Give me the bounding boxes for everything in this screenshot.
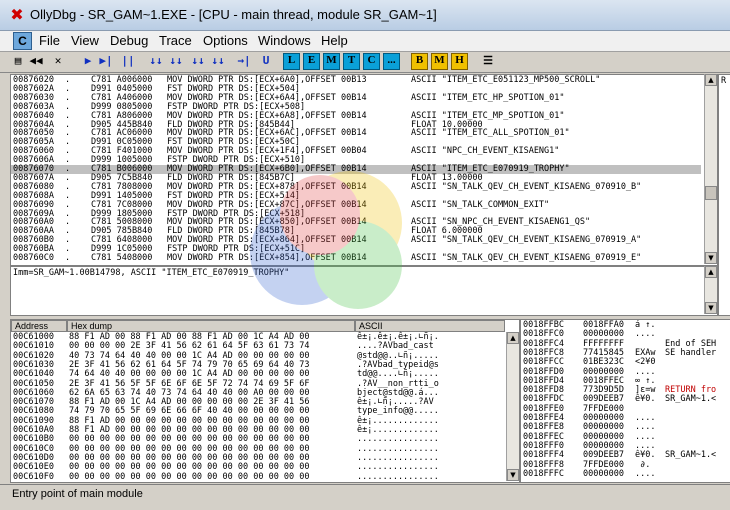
stack-value: 00000000 [583,468,624,479]
registers-header: R [721,76,727,86]
menu-debug[interactable]: Debug [110,33,148,48]
info-scrollbar[interactable]: ▲ ▼ [704,266,717,314]
scroll-up-arrow-icon[interactable]: ▲ [705,74,717,86]
disasm-row[interactable]: 008760C0. C781 5408000 MOV DWORD PTR DS:[E… [11,254,701,263]
menu-help[interactable]: Help [321,33,348,48]
status-bar: Entry point of main module [0,484,730,503]
disasm-comment: ASCII "ITEM_ETC_HP_SPOTION_01" [411,92,565,103]
ollydbg-bug-icon: ✖ [10,5,24,24]
disasm-comment: ASCII "SN_TALK_QEV_CH_EVENT_KISAENG_0709… [411,253,642,263]
step-into-icon[interactable]: ↓↓ [148,53,164,69]
disasm-comment: ASCII "SN_TALK_QEV_CH_EVENT_KISAENG_0709… [411,181,642,192]
modules-window-button[interactable]: E [303,53,320,70]
toolbar: ▤ ◀◀ ✕ ▶ ▶| || ↓↓ ↓↓ ↓↓ ↓↓ →| U L E M T … [0,52,730,73]
scroll-down-arrow-icon[interactable]: ▼ [705,252,717,264]
disasm-comment: ASCII "ITEM_ETC_E051123_MP500_SCROLL" [411,75,601,85]
handles-button[interactable]: H [451,53,468,70]
dump-scroll-down-icon[interactable]: ▼ [507,469,519,481]
dump-scroll-up-icon[interactable]: ▲ [507,332,519,344]
menu-trace[interactable]: Trace [159,33,192,48]
trace-over-icon[interactable]: ↓↓ [210,53,226,69]
disasm-instruction: MOV DWORD PTR DS:[ECX+854],OFFSET 00B14 [167,253,367,263]
stack-address: 0018FFFC [523,468,564,479]
close-icon[interactable]: ✕ [50,53,66,69]
memory-map-button[interactable]: M [431,53,448,70]
scroll-thumb[interactable] [705,186,717,200]
disasm-address: 008760C0 [13,253,54,263]
stack-ascii: .... [635,468,656,479]
breakpoints-button[interactable]: B [411,53,428,70]
stack-comment: SR_GAM~1.< [665,394,717,405]
status-text: Entry point of main module [12,488,143,500]
cpu-window-button[interactable]: C [363,53,380,70]
execute-till-return-icon[interactable]: →| [236,53,252,69]
list-icon[interactable]: ☰ [480,53,496,69]
dump-hex: 00 00 00 00 00 00 00 00 00 00 00 00 00 0… [69,471,310,482]
menu-file[interactable]: File [39,33,60,48]
threads-window-button[interactable]: T [343,53,360,70]
run-icon[interactable]: ▶ [80,53,96,69]
more-windows-button[interactable]: ... [383,53,400,70]
dump-scrollbar[interactable]: ▲ ▼ [506,332,519,481]
cpu-window-icon[interactable]: C [13,32,32,50]
title-bar: ✖ OllyDbg - SR_GAM~1.EXE - [CPU - main t… [0,0,730,31]
open-icon[interactable]: ▤ [10,53,26,69]
info-scroll-down-icon[interactable]: ▼ [705,302,717,314]
stack-comment: SR_GAM~1.< [665,450,717,461]
disasm-comment: ASCII "SN_TALK_COMMON_EXIT" [411,199,550,210]
disassembly-pane[interactable]: 00876020. C781 A006000 MOV DWORD PTR DS:[E… [10,74,718,266]
memory-window-button[interactable]: M [323,53,340,70]
log-window-button[interactable]: L [283,53,300,70]
disasm-marker: . [65,253,71,263]
menu-bar: C File View Debug Trace Options Windows … [0,31,730,52]
run-thread-icon[interactable]: ▶| [98,53,114,69]
trace-into-icon[interactable]: ↓↓ [190,53,206,69]
info-line: Imm=SR_GAM~1.00B14798, ASCII "ITEM_ETC_E… [13,268,290,278]
dump-address: 00C610F0 [13,471,54,482]
info-pane: Imm=SR_GAM~1.00B14798, ASCII "ITEM_ETC_E… [10,266,718,316]
dump-row[interactable]: 00C610F0 00 00 00 00 00 00 00 00 00 00 00… [11,471,505,482]
dump-ascii: ................ [357,471,439,482]
dump-header-address[interactable]: Address [11,320,67,332]
disassembly-scrollbar[interactable]: ▲ ▼ [704,74,717,264]
stack-pane[interactable]: 0018FFBC 0018FFA0 á ↑. 0018FFC0 00000000....… [520,319,730,483]
disasm-comment: ASCII "SN_TALK_QEV_CH_EVENT_KISAENG_0709… [411,235,642,246]
disasm-hex: C781 5408000 [91,253,153,263]
disasm-comment: ASCII "NPC_CH_EVENT_KISAENG1" [411,146,560,157]
info-scroll-up-icon[interactable]: ▲ [705,266,717,278]
menu-options[interactable]: Options [203,33,248,48]
pause-icon[interactable]: || [120,53,136,69]
menu-view[interactable]: View [71,33,99,48]
dump-pane[interactable]: Address Hex dump ASCII 00C61000 88 F1 AD … [10,319,520,483]
execute-till-user-code-icon[interactable]: U [258,53,274,69]
window-title: OllyDbg - SR_GAM~1.EXE - [CPU - main thr… [30,7,437,22]
step-over-icon[interactable]: ↓↓ [168,53,184,69]
stack-comment: SE handler [665,347,717,358]
disasm-comment: ASCII "ITEM_ETC_ALL_SPOTION_01" [411,128,570,139]
stack-row[interactable]: 0018FFFC 00000000.... [521,468,730,479]
dump-header-ascii[interactable]: ASCII [355,320,505,332]
menu-windows[interactable]: Windows [258,33,311,48]
stack-ascii: ê¥0. [635,394,656,405]
registers-pane[interactable]: R [718,74,730,316]
restart-icon[interactable]: ◀◀ [28,53,44,69]
dump-header-hex[interactable]: Hex dump [67,320,355,332]
